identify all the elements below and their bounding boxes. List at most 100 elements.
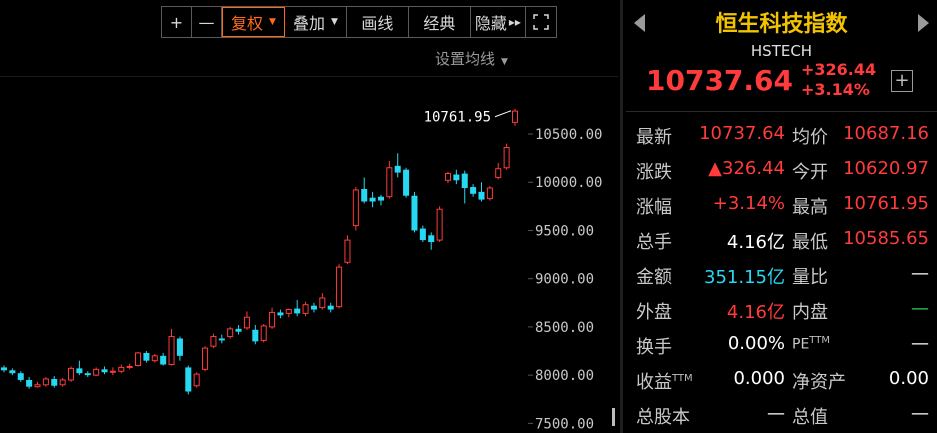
quote-value: — (911, 333, 929, 354)
quote-table: 最新 10737.64 均价 10687.16 涨跌 ▲326.44 今开 10620.97 涨… (626, 117, 937, 432)
candle-body-down (26, 379, 33, 387)
candle-body-up (386, 167, 393, 198)
quote-label-text: 最低 (792, 232, 828, 253)
y-axis-tick-label: 8500.00 (535, 320, 594, 336)
candle-body-down (17, 373, 24, 380)
quote-label: 总值 (792, 403, 828, 429)
next-arrow-icon[interactable] (918, 14, 929, 32)
add-watchlist-button[interactable]: + (891, 70, 913, 92)
quote-label: PETTM (792, 335, 830, 353)
quote-label: 均价 (792, 123, 828, 149)
candle-body-up (319, 297, 326, 309)
quote-row: 涨跌 ▲326.44 今开 10620.97 (626, 152, 937, 187)
quote-value-text: — (767, 403, 785, 424)
y-axis-tick-label: 10500.00 (535, 127, 602, 143)
candle-body-down (143, 352, 150, 361)
candle-body-down (461, 173, 468, 189)
quote-value-text: — (911, 403, 929, 424)
quote-value: +3.14% (713, 193, 785, 214)
quote-label: 净资产 (792, 368, 846, 394)
candle-body-up (68, 367, 75, 381)
candle-body-up (126, 365, 133, 368)
candle-body-up (269, 311, 276, 328)
candle-body-down (160, 355, 167, 365)
candle-body-down (478, 191, 485, 200)
quote-row: 总股本 — 总值 — (626, 397, 937, 432)
candlestick-chart[interactable]: 10500.00 10000.00 9500.00 9000.00 8500.00 800… (0, 0, 618, 433)
y-axis-tick-label: 9000.00 (535, 272, 594, 288)
candle-body-down (428, 235, 435, 243)
quote-label: 量比 (792, 263, 828, 289)
candle-body-down (377, 196, 384, 201)
quote-label: 最高 (792, 193, 828, 219)
quote-value-text: +3.14% (712, 193, 785, 214)
candle-body-up (503, 147, 510, 169)
quote-value: 10620.97 (843, 158, 929, 179)
quote-label-text: 今开 (792, 162, 828, 183)
quote-label-text: 最高 (792, 197, 828, 218)
candle-body-down (403, 169, 410, 196)
quote-value: 4.16亿 (727, 228, 785, 254)
quote-row: 外盘 4.16亿 内盘 — (626, 292, 937, 327)
candle-body-down (361, 188, 368, 202)
candle-body-down (411, 195, 418, 231)
quote-label-text: 涨幅 (636, 197, 672, 218)
quote-value-text: 0.00% (727, 333, 785, 354)
candle-body-up (34, 384, 41, 388)
candle-body-down (470, 187, 477, 194)
quote-row: 最新 10737.64 均价 10687.16 (626, 117, 937, 152)
candle-body-down (277, 312, 284, 316)
quote-value-text: 10687.16 (843, 123, 929, 144)
scroll-indicator (612, 408, 615, 426)
quote-label: 今开 (792, 158, 828, 184)
quote-label-text: 最新 (636, 127, 672, 148)
quote-value-text: 351.15亿 (704, 267, 785, 288)
candle-body-up (336, 266, 343, 308)
quote-row: 金额 351.15亿 量比 — (626, 257, 937, 292)
quote-label: 内盘 (792, 298, 828, 324)
candle-body-up (59, 379, 66, 386)
candle-body-up (210, 336, 217, 347)
quote-value: — (911, 298, 929, 319)
quote-label: 涨幅 (636, 193, 672, 219)
quote-label-text: 净资产 (792, 372, 846, 393)
candle-body-down (235, 328, 242, 332)
quote-label-text: PE (792, 336, 810, 353)
candle-body-up (168, 336, 175, 366)
kline-chart-panel[interactable]: + — 复权 ▼ 叠加 ▼ 画线 经典 隐藏 ▸▸ 设置均线 ▼ 10500.00 100… (0, 0, 618, 433)
quote-value: ▲326.44 (708, 158, 785, 179)
quote-row: 涨幅 +3.14% 最高 10761.95 (626, 187, 937, 222)
quote-value: 0.00% (728, 333, 785, 354)
candle-body-up (486, 187, 493, 200)
panel-splitter[interactable] (620, 0, 623, 433)
candle-body-down (310, 305, 317, 310)
quote-value: 0.00 (889, 368, 929, 389)
panel-divider (626, 111, 937, 112)
quote-label: 总手 (636, 228, 672, 254)
candle-body-up (227, 328, 234, 338)
index-name: 恒生科技指数 (715, 12, 848, 37)
candle-body-up (93, 368, 100, 376)
quote-label-suffix: TTM (809, 335, 830, 346)
price-change: +326.44 (801, 60, 877, 79)
candle-body-up (352, 189, 359, 227)
quote-value-text: 0.000 (733, 368, 785, 389)
quote-value-text: 0.00 (888, 368, 929, 389)
candle-body-down (101, 369, 108, 373)
candle-body-down (0, 367, 8, 371)
candle-body-up (193, 373, 200, 387)
quote-label: 最低 (792, 228, 828, 254)
quote-value-text: — (911, 333, 929, 354)
quote-label: 金额 (636, 263, 672, 289)
quote-label: 收益TTM (636, 368, 693, 394)
quote-value-text: ▲326.44 (708, 158, 785, 179)
quote-label-text: 量比 (792, 267, 828, 288)
candle-body-up (109, 370, 116, 373)
candle-body-down (419, 228, 426, 241)
candle-body-up (260, 325, 267, 341)
quote-value-text: 10585.65 (843, 228, 929, 249)
quote-row: 收益TTM 0.000 净资产 0.00 (626, 362, 937, 397)
quote-value-text: 4.16亿 (726, 302, 785, 323)
quote-value: — (911, 403, 929, 424)
quote-value: 0.000 (733, 368, 785, 389)
